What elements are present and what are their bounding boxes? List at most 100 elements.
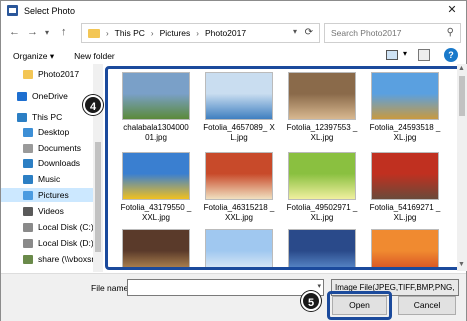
chevron-right-icon: › — [150, 28, 154, 38]
chevron-right-icon: › — [106, 28, 109, 38]
photo-thumbnail — [371, 229, 439, 267]
back-button[interactable]: ← — [9, 26, 20, 38]
breadcrumb-pictures[interactable]: Pictures — [160, 28, 191, 38]
navigation-bar: ← → ▾ ↑ › This PC › Pictures › Photo2017… — [1, 22, 466, 44]
photo-thumbnail — [205, 152, 273, 200]
chevron-down-icon[interactable]: ▾ — [293, 27, 297, 36]
refresh-icon[interactable]: ⟳ — [305, 27, 313, 38]
window-title: Select Photo — [24, 5, 76, 16]
desktop-icon — [23, 127, 33, 137]
sidebar-item-photo2017[interactable]: Photo2017 — [1, 67, 101, 81]
folder-icon — [23, 69, 33, 79]
sidebar-item-label: Downloads — [38, 158, 81, 168]
file-tile[interactable]: Fotolia_12397553 _XL.jpg — [286, 72, 358, 143]
photo-thumbnail — [122, 152, 190, 200]
file-tile[interactable]: Fotolia_54169271 _XL.jpg — [369, 152, 441, 223]
file-tile[interactable]: Fotolia_43179550 _XXL.jpg — [120, 152, 192, 223]
view-options-icon[interactable] — [386, 50, 398, 60]
breadcrumb-photo2017[interactable]: Photo2017 — [205, 28, 246, 38]
pictures-icon — [23, 190, 33, 200]
sidebar-item-local-disk-c[interactable]: Local Disk (C:) — [1, 220, 101, 234]
address-bar[interactable]: › This PC › Pictures › Photo2017 ▾ ⟳ — [81, 23, 320, 43]
file-tile[interactable]: Fotolia_46315218 _XXL.jpg — [203, 152, 275, 223]
new-folder-button[interactable]: New folder — [74, 51, 115, 61]
search-input[interactable] — [325, 24, 435, 42]
file-tile[interactable] — [286, 229, 358, 267]
step-badge-4: 4 — [83, 95, 103, 115]
forward-button[interactable]: → — [27, 26, 38, 38]
sidebar-item-videos[interactable]: Videos — [1, 204, 101, 218]
file-tile[interactable]: Fotolia_4657089_ XL.jpg — [203, 72, 275, 143]
sidebar-item-music[interactable]: Music — [1, 172, 101, 186]
cloud-icon — [17, 91, 27, 101]
file-name: Fotolia_49502971 _XL.jpg — [286, 203, 358, 222]
breadcrumb-this-pc[interactable]: This PC — [115, 28, 145, 38]
sidebar-item-label: Pictures — [38, 190, 69, 200]
file-tile[interactable]: Fotolia_24593518 _XL.jpg — [369, 72, 441, 143]
network-drive-icon — [23, 254, 33, 264]
file-name: Fotolia_24593518 _XL.jpg — [369, 123, 441, 142]
chevron-down-icon[interactable]: ▾ — [317, 282, 321, 290]
sidebar-item-label: Local Disk (C:) — [38, 222, 94, 232]
scroll-up-icon[interactable]: ▲ — [458, 65, 465, 72]
open-button[interactable]: Open — [332, 296, 387, 315]
photo-thumbnail — [122, 72, 190, 120]
sidebar-item-label: This PC — [32, 112, 63, 122]
disk-icon — [23, 222, 33, 232]
sidebar-item-pictures[interactable]: Pictures — [1, 188, 101, 202]
navigation-pane-scroll-thumb[interactable] — [95, 142, 101, 252]
file-list-scrollbar[interactable]: ▲ ▼ — [457, 64, 467, 271]
chevron-right-icon: › — [196, 28, 199, 38]
file-tile[interactable] — [369, 229, 441, 267]
file-grid-highlight: chalabala1304000 01.jpg Fotolia_4657089_ … — [105, 66, 461, 270]
file-name: Fotolia_12397553 _XL.jpg — [286, 123, 358, 142]
file-name-input[interactable] — [128, 280, 313, 295]
file-list-scroll-thumb[interactable] — [459, 76, 465, 116]
sidebar-item-label: OneDrive — [32, 91, 68, 101]
file-name-label: File name: — [91, 283, 131, 293]
cancel-button[interactable]: Cancel — [398, 296, 456, 315]
photo-thumbnail — [205, 72, 273, 120]
search-icon: ⚲ — [446, 27, 454, 38]
sidebar-item-local-disk-d[interactable]: Local Disk (D:) — [1, 236, 101, 250]
select-photo-dialog: Select Photo ✕ ← → ▾ ↑ › This PC › Pictu… — [0, 0, 467, 321]
photo-thumbnail — [288, 152, 356, 200]
file-tile[interactable] — [203, 229, 275, 267]
downloads-icon — [23, 158, 33, 168]
file-name: Fotolia_4657089_ XL.jpg — [203, 123, 275, 142]
help-icon[interactable]: ? — [444, 48, 458, 62]
sidebar-item-share-vboxsrv[interactable]: share (\\vboxsrv — [1, 252, 101, 266]
view-options-dropdown[interactable]: ▾ — [403, 49, 407, 58]
file-tile[interactable]: chalabala1304000 01.jpg — [120, 72, 192, 143]
pc-icon — [17, 112, 27, 122]
sidebar-item-label: Videos — [38, 206, 64, 216]
photo-thumbnail — [371, 72, 439, 120]
file-name: Fotolia_54169271 _XL.jpg — [369, 203, 441, 222]
sidebar-item-downloads[interactable]: Downloads — [1, 156, 101, 170]
photo-thumbnail — [288, 72, 356, 120]
file-name-combobox[interactable]: ▾ — [127, 279, 324, 296]
sidebar-item-desktop[interactable]: Desktop — [1, 125, 101, 139]
file-name: chalabala1304000 01.jpg — [123, 123, 189, 142]
recent-locations-button[interactable]: ▾ — [45, 27, 49, 39]
file-tile[interactable]: Fotolia_49502971 _XL.jpg — [286, 152, 358, 223]
folder-icon — [88, 28, 100, 38]
up-button[interactable]: ↑ — [61, 26, 67, 38]
sidebar-item-label: Local Disk (D:) — [38, 238, 94, 248]
videos-icon — [23, 206, 33, 216]
sidebar-item-label: Documents — [38, 143, 81, 153]
photo-thumbnail — [205, 229, 273, 267]
disk-icon — [23, 238, 33, 248]
search-box[interactable]: ⚲ — [324, 23, 461, 43]
file-tile[interactable] — [120, 229, 192, 267]
photo-thumbnail — [122, 229, 190, 267]
sidebar-item-label: Music — [38, 174, 61, 184]
file-name: Fotolia_46315218 _XXL.jpg — [203, 203, 275, 222]
scroll-down-icon[interactable]: ▼ — [458, 261, 465, 268]
organize-menu[interactable]: Organize ▾ — [13, 51, 54, 62]
dialog-footer: File name: ▾ Image File(JPEG,TIFF,BMP,PN… — [1, 273, 466, 321]
close-button[interactable]: ✕ — [438, 1, 466, 20]
preview-pane-icon[interactable] — [418, 49, 430, 61]
sidebar-item-documents[interactable]: Documents — [1, 141, 101, 155]
sidebar-item-label: Photo2017 — [38, 69, 80, 79]
